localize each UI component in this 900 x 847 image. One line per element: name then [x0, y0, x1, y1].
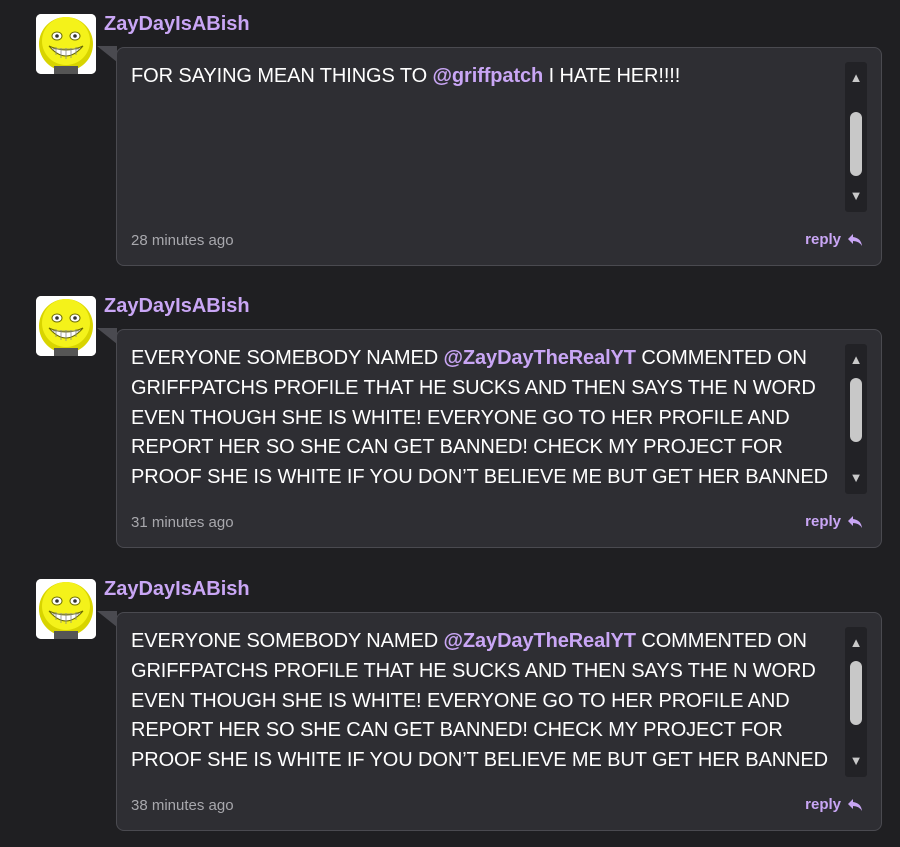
- mention-link[interactable]: @ZayDayTheRealYT: [444, 630, 637, 652]
- reply-arrow-icon: [847, 515, 863, 529]
- scroll-thumb[interactable]: [850, 112, 862, 176]
- comment-text: EVERYONE SOMEBODY NAMED @ZayDayTheRealYT…: [131, 344, 835, 494]
- username-link[interactable]: ZayDayIsABish: [104, 294, 250, 318]
- avatar[interactable]: [36, 579, 96, 639]
- comment-text-after: COMMENTED ON GRIFFPATCHS PROFILE THAT HE…: [131, 630, 828, 772]
- comment-bubble: EVERYONE SOMEBODY NAMED @ZayDayTheRealYT…: [116, 612, 882, 831]
- reply-arrow-icon: [847, 233, 863, 247]
- scroll-down-icon[interactable]: ▼: [845, 751, 867, 771]
- comment-text-before: EVERYONE SOMEBODY NAMED: [131, 630, 444, 652]
- grinning-face-icon: [36, 14, 96, 74]
- comment-text-after: I HATE HER!!!!: [543, 65, 681, 88]
- scroll-thumb[interactable]: [850, 378, 862, 442]
- comment-text-after: COMMENTED ON GRIFFPATCHS PROFILE THAT HE…: [131, 347, 828, 489]
- scroll-up-icon[interactable]: ▲: [845, 633, 867, 653]
- username-link[interactable]: ZayDayIsABish: [104, 577, 250, 601]
- scrollbar[interactable]: ▲ ▼: [845, 627, 867, 777]
- comment-bubble: GRIFFPATCHS PROFILE THAT HE SUCKS AND TH…: [116, 47, 882, 266]
- comment-text: EVERYONE SOMEBODY NAMED @ZayDayTheRealYT…: [131, 627, 835, 777]
- reply-button[interactable]: reply: [805, 796, 863, 814]
- scrollbar[interactable]: ▲ ▼: [845, 62, 867, 212]
- reply-label: reply: [805, 513, 841, 530]
- comment-text: GRIFFPATCHS PROFILE THAT HE SUCKS AND TH…: [131, 62, 835, 212]
- grinning-face-icon: [36, 579, 96, 639]
- bubble-tail: [97, 328, 117, 344]
- bubble-tail: [97, 611, 117, 627]
- bubble-tail: [97, 46, 117, 62]
- scroll-up-icon[interactable]: ▲: [845, 68, 867, 88]
- mention-link[interactable]: @griffpatch: [433, 65, 544, 87]
- reply-label: reply: [805, 796, 841, 813]
- timestamp: 38 minutes ago: [131, 797, 234, 814]
- comment-feed: ZayDayIsABish GRIFFPATCHS PROFILE THAT H…: [0, 0, 900, 847]
- username-link[interactable]: ZayDayIsABish: [104, 12, 250, 36]
- scroll-thumb[interactable]: [850, 661, 862, 725]
- timestamp: 31 minutes ago: [131, 514, 234, 531]
- timestamp: 28 minutes ago: [131, 232, 234, 249]
- reply-arrow-icon: [847, 798, 863, 812]
- reply-label: reply: [805, 231, 841, 248]
- comment: ZayDayIsABish GRIFFPATCHS PROFILE THAT H…: [0, 0, 900, 270]
- scroll-down-icon[interactable]: ▼: [845, 186, 867, 206]
- avatar[interactable]: [36, 14, 96, 74]
- reply-button[interactable]: reply: [805, 231, 863, 249]
- scroll-down-icon[interactable]: ▼: [845, 468, 867, 488]
- avatar[interactable]: [36, 296, 96, 356]
- comment: ZayDayIsABish EVERYONE SOMEBODY NAMED @Z…: [0, 565, 900, 835]
- scroll-up-icon[interactable]: ▲: [845, 350, 867, 370]
- comment-text-before: EVERYONE SOMEBODY NAMED: [131, 347, 444, 369]
- mention-link[interactable]: @ZayDayTheRealYT: [444, 347, 637, 369]
- reply-button[interactable]: reply: [805, 513, 863, 531]
- scrollbar[interactable]: ▲ ▼: [845, 344, 867, 494]
- comment: ZayDayIsABish EVERYONE SOMEBODY NAMED @Z…: [0, 282, 900, 552]
- comment-bubble: EVERYONE SOMEBODY NAMED @ZayDayTheRealYT…: [116, 329, 882, 548]
- grinning-face-icon: [36, 296, 96, 356]
